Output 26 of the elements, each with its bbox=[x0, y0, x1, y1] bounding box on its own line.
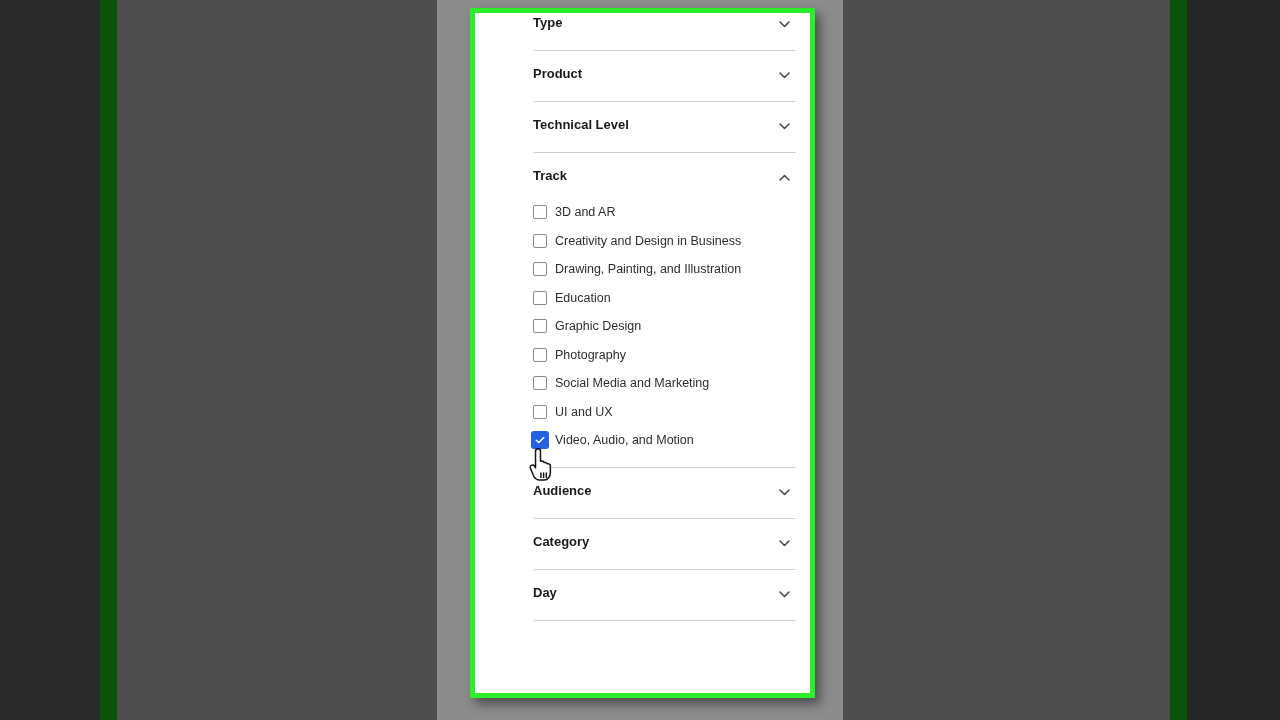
checkbox[interactable] bbox=[531, 431, 549, 450]
accordion-header[interactable]: Technical Level bbox=[533, 102, 796, 152]
option-label: Drawing, Painting, and Illustration bbox=[555, 262, 742, 277]
accordion-header[interactable]: Type bbox=[533, 13, 796, 50]
accordion-header[interactable]: Day bbox=[533, 569, 796, 620]
checkbox[interactable] bbox=[533, 319, 547, 334]
checkbox[interactable] bbox=[533, 233, 547, 248]
accordion-header[interactable]: Category bbox=[533, 518, 796, 569]
checkbox[interactable] bbox=[533, 347, 547, 362]
checkbox[interactable] bbox=[533, 262, 547, 277]
checkbox[interactable] bbox=[533, 376, 547, 391]
option-label: 3D and AR bbox=[555, 205, 616, 220]
accordion-header[interactable]: Track bbox=[533, 153, 796, 198]
checkbox[interactable] bbox=[533, 404, 547, 419]
option-label: Creativity and Design in Business bbox=[555, 233, 742, 248]
option-label: Graphic Design bbox=[555, 319, 642, 334]
option-label: UI and UX bbox=[555, 404, 613, 419]
option-label: Social Media and Marketing bbox=[555, 376, 710, 391]
option-label: Video, Audio, and Motion bbox=[555, 433, 694, 448]
accordion-header[interactable]: Audience bbox=[533, 467, 796, 518]
accordion-header[interactable]: Product bbox=[533, 51, 796, 101]
option-label: Education bbox=[555, 290, 611, 305]
checkbox[interactable] bbox=[533, 205, 547, 220]
checkbox[interactable] bbox=[533, 290, 547, 305]
checkmark-icon bbox=[535, 436, 545, 445]
option-label: Photography bbox=[555, 347, 626, 362]
